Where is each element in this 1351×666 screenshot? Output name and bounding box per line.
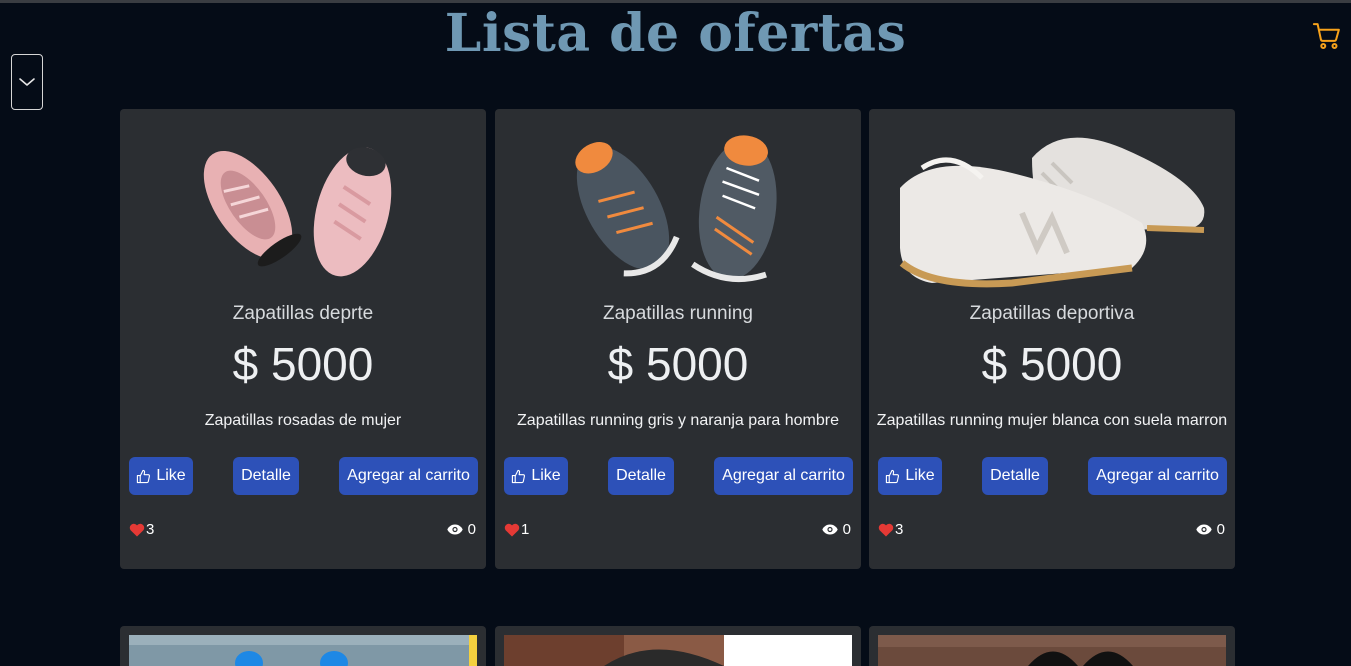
views-value: 0 — [1216, 521, 1225, 538]
add-to-cart-label: Agregar al carrito — [347, 467, 470, 484]
detail-button[interactable]: Detalle — [608, 457, 674, 495]
add-to-cart-label: Agregar al carrito — [1096, 467, 1219, 484]
cart-icon — [1312, 23, 1340, 49]
product-image — [878, 635, 1226, 666]
like-button-label: Like — [531, 467, 561, 484]
views-value: 0 — [842, 521, 851, 538]
likes-count: 3 — [878, 521, 903, 538]
chevron-down-icon — [19, 78, 35, 86]
like-button-label: Like — [905, 467, 935, 484]
heart-icon — [504, 523, 520, 536]
eye-icon — [1195, 524, 1212, 535]
add-to-cart-button[interactable]: Agregar al carrito — [1088, 457, 1227, 495]
thumbs-up-icon — [886, 469, 900, 483]
like-button-label: Like — [156, 467, 186, 484]
heart-icon — [129, 523, 145, 536]
likes-value: 1 — [521, 521, 530, 538]
like-button[interactable]: Like — [504, 457, 568, 495]
product-image — [120, 115, 486, 295]
likes-value: 3 — [146, 521, 155, 538]
product-price: $ 5000 — [232, 338, 374, 390]
views-count: 0 — [446, 521, 476, 538]
page-title: Lista de ofertas — [444, 3, 907, 64]
add-to-cart-button[interactable]: Agregar al carrito — [714, 457, 853, 495]
likes-count: 1 — [504, 521, 529, 538]
product-image — [504, 635, 852, 666]
product-price: $ 5000 — [607, 338, 749, 390]
product-price: $ 5000 — [981, 338, 1123, 390]
eye-icon — [821, 524, 838, 535]
product-image — [495, 115, 861, 295]
product-card: Zapatillas running $ 5000 Zapatillas run… — [495, 109, 861, 569]
views-value: 0 — [467, 521, 476, 538]
views-count: 0 — [1195, 521, 1225, 538]
detail-button-label: Detalle — [990, 467, 1040, 484]
add-to-cart-label: Agregar al carrito — [722, 467, 845, 484]
thumbs-up-icon — [512, 469, 526, 483]
product-card — [120, 626, 486, 666]
detail-button-label: Detalle — [616, 467, 666, 484]
product-description: Zapatillas rosadas de mujer — [204, 412, 402, 429]
product-card — [495, 626, 861, 666]
product-card — [869, 626, 1235, 666]
like-button[interactable]: Like — [129, 457, 193, 495]
product-image — [869, 115, 1235, 295]
dropdown-toggle[interactable] — [11, 54, 43, 110]
product-description: Zapatillas running mujer blanca con suel… — [876, 412, 1228, 429]
product-image — [129, 635, 477, 666]
product-name: Zapatillas deprte — [232, 303, 374, 324]
product-card: Zapatillas deprte $ 5000 Zapatillas rosa… — [120, 109, 486, 569]
likes-count: 3 — [129, 521, 154, 538]
cart-button[interactable] — [1309, 18, 1345, 54]
detail-button-label: Detalle — [241, 467, 291, 484]
views-count: 0 — [821, 521, 851, 538]
detail-button[interactable]: Detalle — [233, 457, 299, 495]
product-name: Zapatillas running — [603, 303, 753, 324]
detail-button[interactable]: Detalle — [982, 457, 1048, 495]
add-to-cart-button[interactable]: Agregar al carrito — [339, 457, 478, 495]
product-card: Zapatillas deportiva $ 5000 Zapatillas r… — [869, 109, 1235, 569]
like-button[interactable]: Like — [878, 457, 942, 495]
product-description: Zapatillas running gris y naranja para h… — [517, 412, 839, 429]
likes-value: 3 — [895, 521, 904, 538]
heart-icon — [878, 523, 894, 536]
product-name: Zapatillas deportiva — [969, 303, 1135, 324]
thumbs-up-icon — [137, 469, 151, 483]
eye-icon — [446, 524, 463, 535]
